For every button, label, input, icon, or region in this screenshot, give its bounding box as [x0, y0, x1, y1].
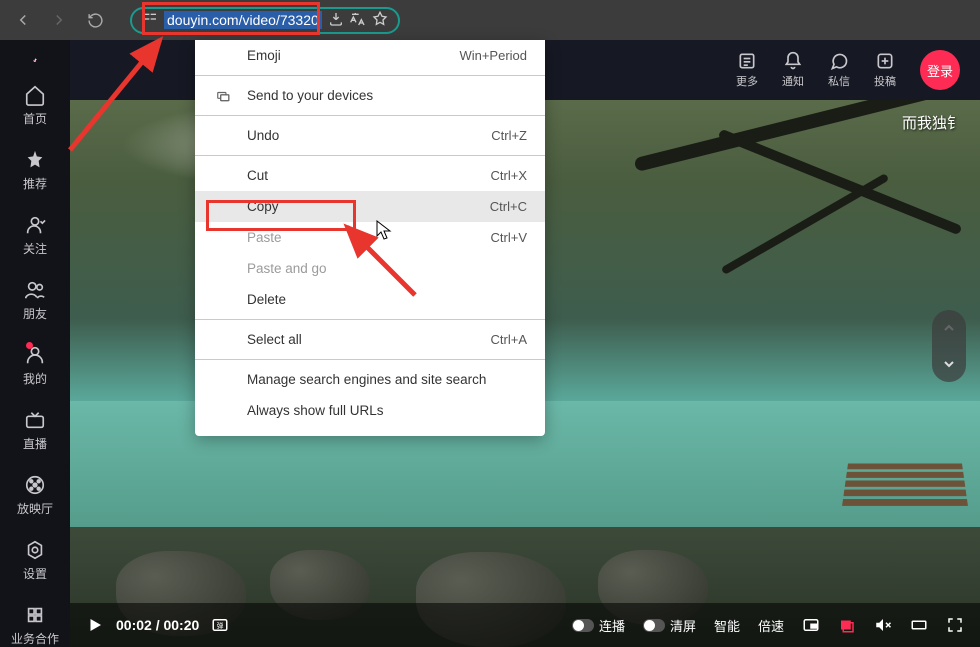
- menu-item-paste-and-go: .Paste and go: [195, 253, 545, 284]
- douyin-logo[interactable]: [21, 58, 49, 62]
- menu-item-shortcut: Ctrl+C: [490, 199, 527, 214]
- menu-item-manage-search-engines-and-site-search[interactable]: .Manage search engines and site search: [195, 364, 545, 395]
- menu-item-label: Send to your devices: [247, 88, 527, 103]
- menu-item-label: Copy: [247, 199, 490, 214]
- topbar-label: 私信: [828, 73, 850, 89]
- svg-text:弹: 弹: [217, 621, 224, 630]
- next-video-button[interactable]: [932, 346, 966, 382]
- menu-separator: [195, 115, 545, 116]
- menu-item-shortcut: Ctrl+V: [491, 230, 527, 245]
- menu-separator: [195, 359, 545, 360]
- sidebar-item-me[interactable]: 我的: [23, 344, 47, 387]
- menu-item-select-all[interactable]: .Select allCtrl+A: [195, 324, 545, 355]
- topbar-label: 通知: [782, 73, 804, 89]
- reload-button[interactable]: [80, 5, 110, 35]
- mute-icon[interactable]: [874, 616, 892, 634]
- menu-separator: [195, 75, 545, 76]
- topbar-notifications[interactable]: 通知: [782, 51, 804, 89]
- menu-item-label: Manage search engines and site search: [247, 372, 527, 387]
- video-time: 00:02 / 00:20: [116, 617, 199, 633]
- topbar-label: 投稿: [874, 73, 896, 89]
- menu-item-label: Paste and go: [247, 261, 527, 276]
- url-text[interactable]: douyin.com/video/73320: [164, 11, 322, 29]
- notification-dot: [26, 342, 33, 349]
- bookmark-icon[interactable]: [372, 11, 388, 30]
- menu-item-send-to-your-devices[interactable]: Send to your devices: [195, 80, 545, 111]
- topbar-more[interactable]: 更多: [736, 51, 758, 89]
- login-button[interactable]: 登录: [920, 50, 960, 90]
- menu-separator: [195, 155, 545, 156]
- fullscreen-icon[interactable]: [946, 616, 964, 634]
- sidebar-item-live[interactable]: 直播: [23, 409, 47, 452]
- pip-icon[interactable]: [802, 616, 820, 634]
- sidebar-item-label: 关注: [23, 240, 47, 257]
- topbar-label: 更多: [736, 73, 758, 89]
- menu-item-copy[interactable]: .CopyCtrl+C: [195, 191, 545, 222]
- speed-button[interactable]: 倍速: [758, 616, 784, 635]
- menu-item-emoji[interactable]: .EmojiWin+Period: [195, 40, 545, 71]
- danmu-icon[interactable]: 弹: [211, 616, 229, 634]
- sidebar-item-label: 首页: [23, 110, 47, 127]
- context-menu: .EmojiWin+Period Send to your devices .Und…: [195, 40, 545, 436]
- download-icon[interactable]: [328, 11, 344, 30]
- clear-screen-toggle[interactable]: 清屏: [643, 616, 696, 635]
- browser-toolbar: douyin.com/video/73320: [0, 0, 980, 40]
- sidebar-item-label: 放映厅: [17, 500, 53, 517]
- topbar-upload[interactable]: 投稿: [874, 51, 896, 89]
- menu-item-cut[interactable]: .CutCtrl+X: [195, 160, 545, 191]
- video-scene-pier: [842, 464, 969, 509]
- menu-item-label: Emoji: [247, 48, 459, 63]
- menu-item-shortcut: Ctrl+A: [491, 332, 527, 347]
- sidebar-item-label: 朋友: [23, 305, 47, 322]
- menu-item-undo[interactable]: .UndoCtrl+Z: [195, 120, 545, 151]
- address-bar[interactable]: douyin.com/video/73320: [130, 7, 400, 34]
- menu-item-label: Delete: [247, 292, 527, 307]
- theater-icon[interactable]: [838, 616, 856, 634]
- menu-separator: [195, 319, 545, 320]
- menu-item-label: Undo: [247, 128, 491, 143]
- sidebar-item-label: 我的: [23, 370, 47, 387]
- continuous-play-toggle[interactable]: 连播: [572, 616, 625, 635]
- topbar-messages[interactable]: 私信: [828, 51, 850, 89]
- menu-item-shortcut: Ctrl+Z: [491, 128, 527, 143]
- forward-button[interactable]: [44, 5, 74, 35]
- sidebar: 首页 推荐 关注 朋友 我的 直播 放映厅 设置: [0, 40, 70, 647]
- menu-item-label: Select all: [247, 332, 491, 347]
- sidebar-item-follow[interactable]: 关注: [23, 214, 47, 257]
- back-button[interactable]: [8, 5, 38, 35]
- sidebar-item-label: 直播: [23, 435, 47, 452]
- menu-item-label: Always show full URLs: [247, 403, 527, 418]
- menu-item-shortcut: Win+Period: [459, 48, 527, 63]
- sidebar-item-recommend[interactable]: 推荐: [23, 149, 47, 192]
- video-controls: 00:02 / 00:20 弹 连播 清屏 智能 倍速: [70, 603, 980, 647]
- wide-icon[interactable]: [910, 616, 928, 634]
- quality-button[interactable]: 智能: [714, 616, 740, 635]
- sidebar-item-cinema[interactable]: 放映厅: [17, 474, 53, 517]
- sidebar-item-business[interactable]: 业务合作: [11, 604, 59, 647]
- video-caption: 而我独钅: [902, 112, 962, 133]
- menu-item-shortcut: Ctrl+X: [491, 168, 527, 183]
- video-nav-pill: [932, 310, 966, 382]
- sidebar-item-label: 推荐: [23, 175, 47, 192]
- site-settings-icon[interactable]: [142, 11, 158, 30]
- play-button[interactable]: [86, 616, 104, 634]
- prev-video-button[interactable]: [932, 310, 966, 346]
- menu-item-paste: .PasteCtrl+V: [195, 222, 545, 253]
- menu-item-delete[interactable]: .Delete: [195, 284, 545, 315]
- menu-item-icon: [213, 89, 233, 103]
- sidebar-item-friends[interactable]: 朋友: [23, 279, 47, 322]
- sidebar-item-home[interactable]: 首页: [23, 84, 47, 127]
- menu-item-label: Paste: [247, 230, 491, 245]
- sidebar-item-settings[interactable]: 设置: [23, 539, 47, 582]
- sidebar-item-label: 业务合作: [11, 630, 59, 647]
- menu-item-always-show-full-urls[interactable]: .Always show full URLs: [195, 395, 545, 426]
- sidebar-item-label: 设置: [23, 565, 47, 582]
- menu-item-label: Cut: [247, 168, 491, 183]
- translate-icon[interactable]: [350, 11, 366, 30]
